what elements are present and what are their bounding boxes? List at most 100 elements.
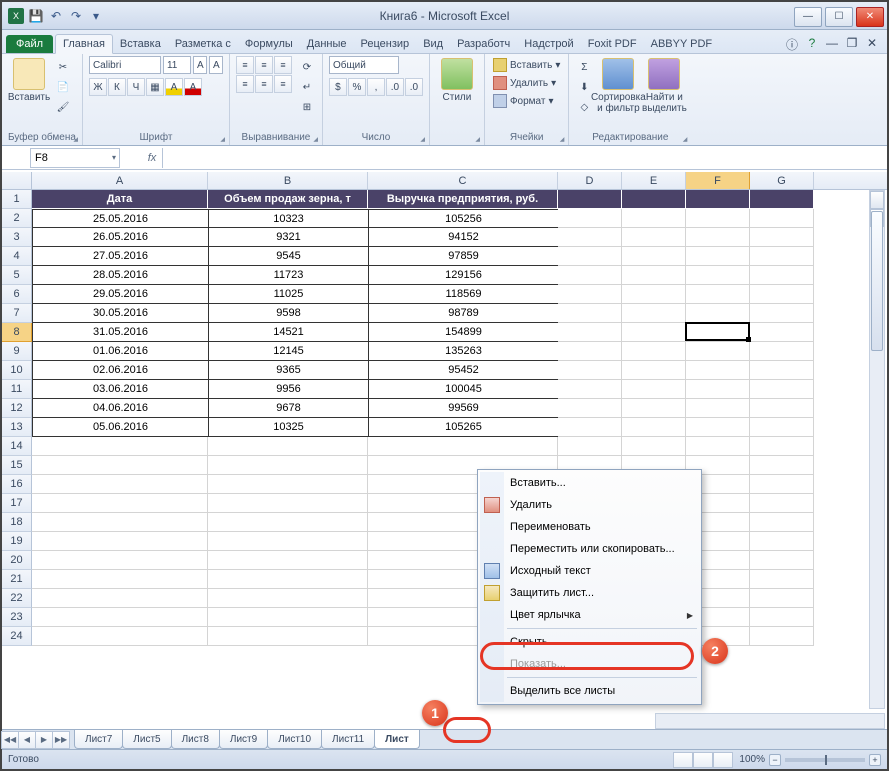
column-header-F[interactable]: F [686, 172, 750, 189]
row-header-16[interactable]: 16 [2, 475, 32, 494]
cell-F8[interactable] [686, 323, 750, 342]
cell-E5[interactable] [622, 266, 686, 285]
row-header-18[interactable]: 18 [2, 513, 32, 532]
cell-F13[interactable] [686, 418, 750, 437]
cell-G19[interactable] [750, 532, 814, 551]
cell-F10[interactable] [686, 361, 750, 380]
cell-G1[interactable] [750, 190, 814, 209]
column-header-B[interactable]: B [208, 172, 368, 189]
cell-B7[interactable]: 9598 [208, 304, 368, 323]
decrease-font-icon[interactable]: A [209, 56, 223, 74]
cell-C14[interactable] [368, 437, 558, 456]
align-bottom-icon[interactable]: ≡ [274, 56, 292, 74]
cell-G4[interactable] [750, 247, 814, 266]
cell-E14[interactable] [622, 437, 686, 456]
context-menu-item-5[interactable]: Защитить лист... [480, 582, 699, 604]
horizontal-scrollbar[interactable] [655, 713, 885, 729]
row-header-14[interactable]: 14 [2, 437, 32, 456]
close-button[interactable]: ✕ [856, 7, 884, 27]
bold-button[interactable]: Ж [89, 78, 107, 96]
increase-decimal-icon[interactable]: .0 [386, 78, 404, 96]
cell-E1[interactable] [622, 190, 686, 209]
mdi-restore-icon[interactable]: ❐ [845, 36, 859, 53]
cell-A24[interactable] [32, 627, 208, 646]
cell-D3[interactable] [558, 228, 622, 247]
cell-F6[interactable] [686, 285, 750, 304]
cell-A4[interactable]: 27.05.2016 [32, 247, 208, 266]
cell-D5[interactable] [558, 266, 622, 285]
cell-E7[interactable] [622, 304, 686, 323]
currency-icon[interactable]: $ [329, 78, 347, 96]
cell-G5[interactable] [750, 266, 814, 285]
wrap-text-icon[interactable]: ↵ [298, 78, 316, 96]
cell-A21[interactable] [32, 570, 208, 589]
row-header-6[interactable]: 6 [2, 285, 32, 304]
ribbon-minimize-icon[interactable]: ⓘ [785, 36, 799, 53]
ribbon-tab-5[interactable]: Рецензир [354, 35, 417, 53]
mdi-minimize-icon[interactable]: — [825, 36, 839, 53]
cell-C4[interactable]: 97859 [368, 247, 558, 266]
cell-G9[interactable] [750, 342, 814, 361]
cell-A15[interactable] [32, 456, 208, 475]
cell-E12[interactable] [622, 399, 686, 418]
cells-delete-button[interactable]: Удалить▾ [491, 74, 562, 92]
select-all-corner[interactable] [2, 172, 32, 189]
cell-B5[interactable]: 11723 [208, 266, 368, 285]
sheet-tab-4[interactable]: Лист10 [267, 730, 322, 749]
cell-A18[interactable] [32, 513, 208, 532]
cell-D1[interactable] [558, 190, 622, 209]
autosum-icon[interactable]: Σ [575, 58, 593, 76]
cell-B24[interactable] [208, 627, 368, 646]
row-header-19[interactable]: 19 [2, 532, 32, 551]
align-top-icon[interactable]: ≡ [236, 56, 254, 74]
cell-C13[interactable]: 105265 [368, 418, 558, 437]
row-header-2[interactable]: 2 [2, 209, 32, 228]
cell-B15[interactable] [208, 456, 368, 475]
comma-icon[interactable]: , [367, 78, 385, 96]
cell-B4[interactable]: 9545 [208, 247, 368, 266]
align-left-icon[interactable]: ≡ [236, 75, 254, 93]
cell-A3[interactable]: 26.05.2016 [32, 228, 208, 247]
cell-D4[interactable] [558, 247, 622, 266]
cell-A19[interactable] [32, 532, 208, 551]
cell-A13[interactable]: 05.06.2016 [32, 418, 208, 437]
ribbon-tab-0[interactable]: Главная [55, 34, 113, 54]
ribbon-tab-6[interactable]: Вид [416, 35, 450, 53]
cell-G18[interactable] [750, 513, 814, 532]
sheet-tab-6[interactable]: Лист [374, 730, 420, 749]
cell-G11[interactable] [750, 380, 814, 399]
cell-D13[interactable] [558, 418, 622, 437]
row-header-3[interactable]: 3 [2, 228, 32, 247]
align-middle-icon[interactable]: ≡ [255, 56, 273, 74]
zoom-out-button[interactable]: − [769, 754, 781, 766]
cell-A14[interactable] [32, 437, 208, 456]
cell-G20[interactable] [750, 551, 814, 570]
context-menu-item-1[interactable]: Удалить [480, 494, 699, 516]
cell-D14[interactable] [558, 437, 622, 456]
row-header-10[interactable]: 10 [2, 361, 32, 380]
row-header-7[interactable]: 7 [2, 304, 32, 323]
font-size-select[interactable]: 11 [163, 56, 191, 74]
font-name-select[interactable]: Calibri [89, 56, 161, 74]
cells-format-button[interactable]: Формат▾ [491, 92, 562, 110]
cell-F9[interactable] [686, 342, 750, 361]
cell-E6[interactable] [622, 285, 686, 304]
row-header-22[interactable]: 22 [2, 589, 32, 608]
cell-B13[interactable]: 10325 [208, 418, 368, 437]
align-right-icon[interactable]: ≡ [274, 75, 292, 93]
cell-E9[interactable] [622, 342, 686, 361]
context-menu-item-4[interactable]: Исходный текст [480, 560, 699, 582]
fx-icon[interactable]: fx [142, 152, 162, 164]
ribbon-tab-1[interactable]: Вставка [113, 35, 168, 53]
cell-G16[interactable] [750, 475, 814, 494]
undo-icon[interactable]: ↶ [48, 8, 64, 24]
cell-F1[interactable] [686, 190, 750, 209]
maximize-button[interactable]: ☐ [825, 7, 853, 27]
column-header-C[interactable]: C [368, 172, 558, 189]
cell-F12[interactable] [686, 399, 750, 418]
row-header-4[interactable]: 4 [2, 247, 32, 266]
cell-B9[interactable]: 12145 [208, 342, 368, 361]
cell-A8[interactable]: 31.05.2016 [32, 323, 208, 342]
cell-G13[interactable] [750, 418, 814, 437]
cell-D10[interactable] [558, 361, 622, 380]
